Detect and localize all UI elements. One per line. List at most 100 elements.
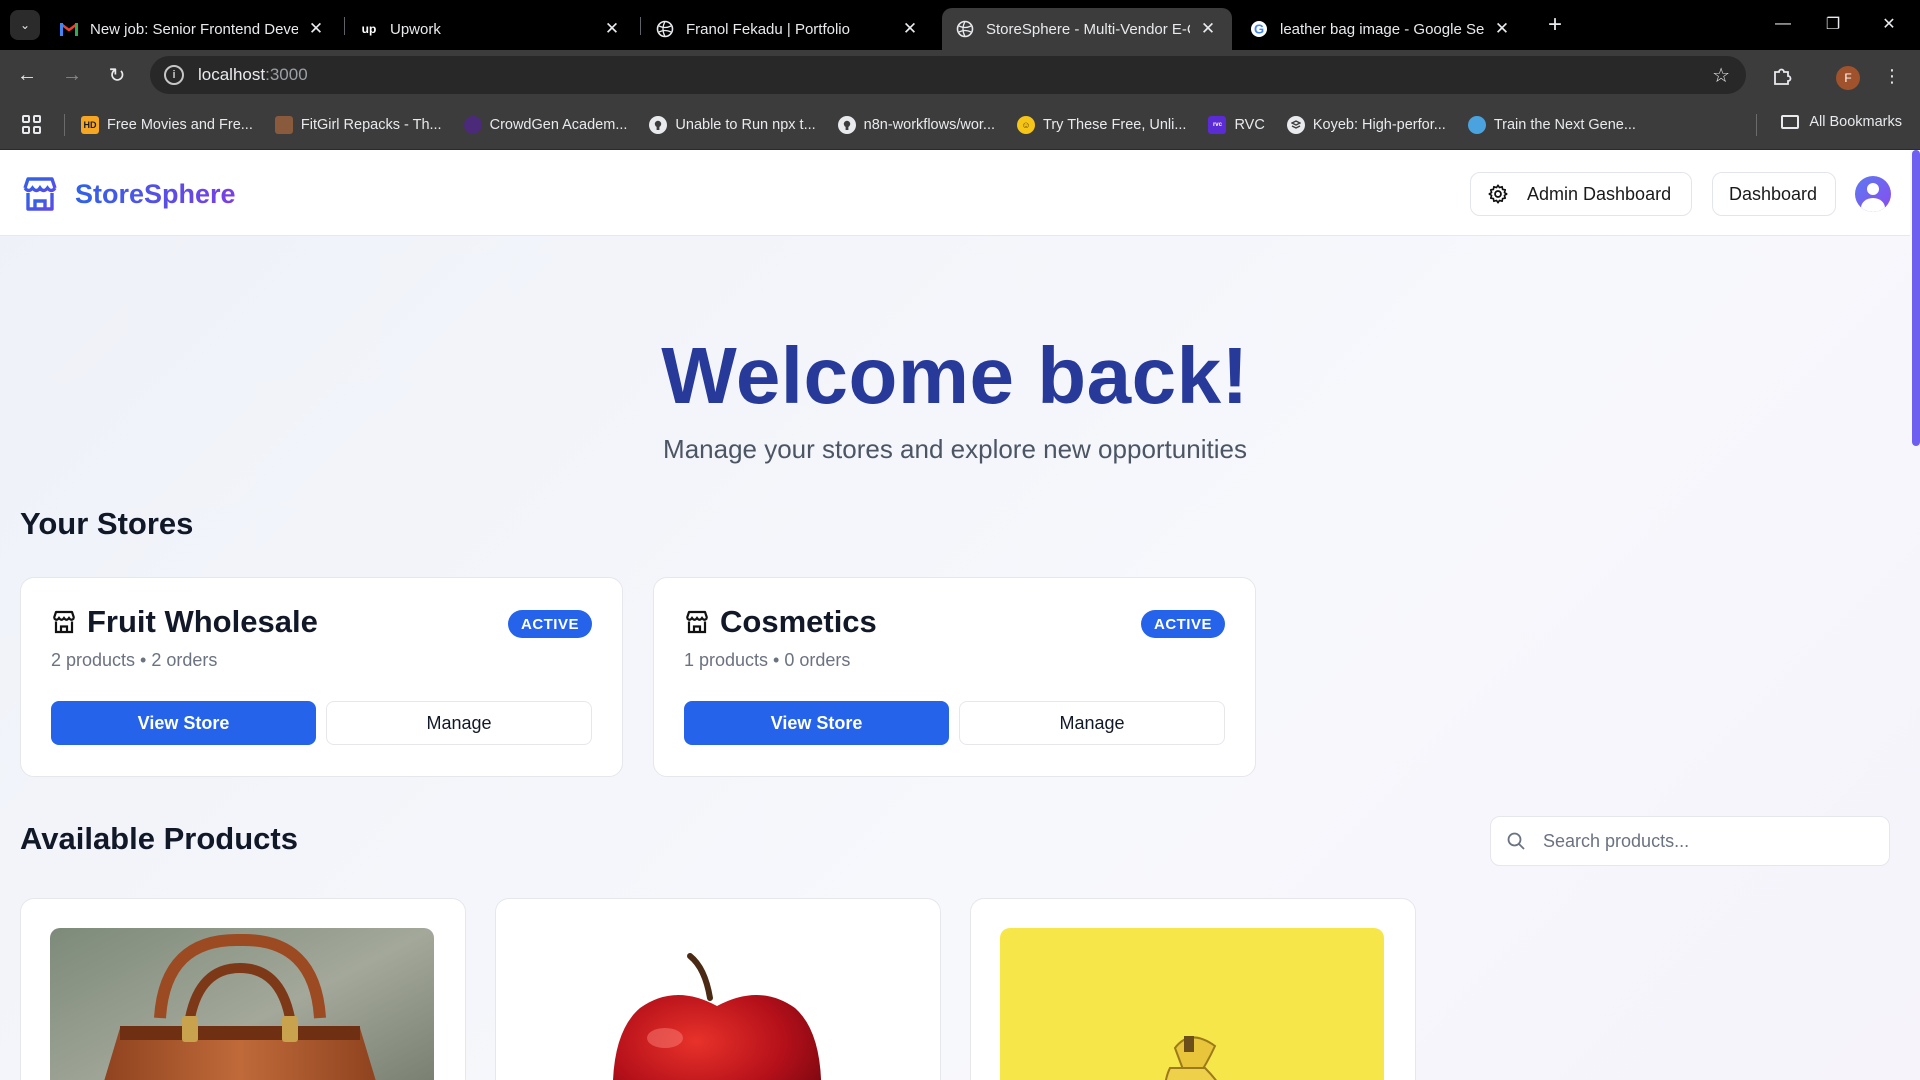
bookmark-label: CrowdGen Academ... (489, 116, 628, 133)
train-icon (1467, 115, 1486, 134)
crowdgen-icon (463, 115, 482, 134)
close-tab-icon[interactable]: ✕ (1492, 19, 1512, 39)
bookmarks-bar: HD Free Movies and Fre... FitGirl Repacks… (0, 100, 1920, 150)
store-icon (685, 610, 709, 634)
tab-title: New job: Senior Frontend Devel (90, 20, 298, 38)
close-window-icon[interactable]: ✕ (1866, 6, 1912, 42)
user-avatar-icon[interactable] (1855, 176, 1891, 212)
tab-title: Upwork (390, 20, 441, 38)
koyeb-icon (1286, 115, 1305, 134)
svg-text:G: G (1254, 22, 1264, 37)
bookmark-label: Try These Free, Unli... (1043, 116, 1187, 133)
admin-dashboard-button[interactable]: Admin Dashboard (1470, 172, 1692, 216)
browser-tab-strip: ⌄ New job: Senior Frontend Devel ✕ up Up… (0, 0, 1920, 50)
view-store-button[interactable]: View Store (51, 701, 316, 745)
all-bookmarks-label: All Bookmarks (1809, 114, 1902, 130)
gear-icon (1488, 184, 1508, 204)
browser-toolbar: ← → ↻ i localhost:3000 ☆ ⋮ (0, 50, 1920, 100)
tab-gmail[interactable]: New job: Senior Frontend Devel ✕ (46, 8, 340, 50)
close-tab-icon[interactable]: ✕ (602, 19, 622, 39)
tab-storesphere[interactable]: StoreSphere - Multi-Vendor E-C ✕ (942, 8, 1232, 50)
close-tab-icon[interactable]: ✕ (306, 19, 326, 39)
site-info-icon[interactable]: i (164, 65, 184, 85)
url-text[interactable]: localhost:3000 (198, 65, 308, 85)
product-card[interactable] (495, 898, 941, 1080)
hero-title: Welcome back! (661, 331, 1249, 420)
available-products-heading: Available Products (20, 821, 298, 856)
bookmark-item[interactable]: FitGirl Repacks - Th... (274, 115, 442, 134)
bookmark-label: Free Movies and Fre... (107, 116, 253, 133)
bookmark-label: Koyeb: High-perfor... (1312, 116, 1446, 133)
minimize-icon[interactable]: — (1760, 6, 1806, 42)
search-icon (1507, 832, 1525, 850)
new-tab-plus-icon[interactable]: + (1540, 10, 1570, 40)
brand-name: StoreSphere (75, 178, 236, 209)
store-meta: 1 products • 0 orders (684, 650, 851, 670)
tab-upwork[interactable]: up Upwork ✕ (346, 8, 636, 50)
hd-icon: HD (81, 115, 99, 134)
globe-icon (956, 20, 974, 38)
product-search[interactable] (1490, 816, 1890, 866)
status-badge: ACTIVE (1140, 610, 1225, 638)
tab-portfolio[interactable]: Franol Fekadu | Portfolio ✕ (642, 8, 934, 50)
tab-title: leather bag image - Google Sea (1280, 20, 1484, 38)
back-arrow-icon[interactable]: ← (10, 60, 44, 90)
search-input[interactable] (1543, 830, 1873, 852)
menu-kebab-icon[interactable]: ⋮ (1878, 62, 1906, 90)
status-badge: ACTIVE (507, 610, 592, 638)
manage-store-button[interactable]: Manage (326, 701, 592, 745)
globe-icon (656, 20, 674, 38)
bookmark-item[interactable]: CrowdGen Academ... (463, 115, 628, 134)
bookmark-item[interactable]: Train the Next Gene... (1467, 115, 1636, 134)
tab-search-chevron-icon[interactable]: ⌄ (10, 10, 40, 40)
hero-subtitle: Manage your stores and explore new oppor… (663, 434, 1247, 464)
red-apple-image (525, 928, 909, 1080)
product-card[interactable] (20, 898, 466, 1080)
tab-title: StoreSphere - Multi-Vendor E-C (986, 20, 1190, 38)
manage-store-button[interactable]: Manage (959, 701, 1225, 745)
store-card: Fruit Wholesale ACTIVE 2 products • 2 or… (20, 577, 623, 777)
upwork-icon: up (361, 22, 377, 36)
dashboard-button[interactable]: Dashboard (1712, 172, 1836, 216)
brand-logo[interactable]: StoreSphere (20, 174, 236, 214)
store-icon (52, 610, 76, 634)
leather-bag-image (50, 928, 434, 1080)
bookmark-label: FitGirl Repacks - Th... (300, 116, 442, 133)
all-bookmarks-button[interactable]: All Bookmarks (1781, 114, 1902, 130)
product-card[interactable] (970, 898, 1416, 1080)
close-tab-icon[interactable]: ✕ (900, 19, 920, 39)
bookmark-item[interactable]: n8n-workflows/wor... (837, 115, 996, 134)
dashboard-label: Dashboard (1729, 183, 1818, 204)
apps-grid-icon[interactable] (22, 114, 42, 135)
bookmark-label: RVC (1234, 116, 1265, 133)
bookmark-item[interactable]: Unable to Run npx t... (649, 115, 816, 134)
bookmark-item[interactable]: ☺ Try These Free, Unli... (1017, 115, 1187, 134)
store-logo-icon (23, 177, 57, 211)
bookmark-item[interactable]: rvc RVC (1208, 115, 1265, 134)
store-name: Cosmetics (720, 604, 877, 639)
gmail-icon (60, 20, 78, 38)
store-meta: 2 products • 2 orders (51, 650, 218, 670)
tab-google-search[interactable]: G leather bag image - Google Sea ✕ (1236, 8, 1526, 50)
forward-arrow-icon[interactable]: → (55, 60, 89, 90)
app-header: StoreSphere Admin Dashboard Dashboard (0, 150, 1910, 236)
view-store-button[interactable]: View Store (684, 701, 949, 745)
close-tab-icon[interactable]: ✕ (1198, 19, 1218, 39)
bookmark-label: n8n-workflows/wor... (863, 116, 996, 133)
restore-icon[interactable]: ❐ (1810, 6, 1856, 42)
extensions-puzzle-icon[interactable] (1768, 62, 1796, 90)
bookmark-item[interactable]: HD Free Movies and Fre... (81, 115, 253, 134)
profile-avatar[interactable]: F (1836, 66, 1860, 90)
github-icon (837, 115, 856, 134)
store-name: Fruit Wholesale (87, 604, 318, 639)
url-port: :3000 (265, 65, 308, 84)
page-scrollbar[interactable] (1912, 150, 1920, 446)
bookmark-star-icon[interactable]: ☆ (1712, 63, 1730, 88)
address-bar[interactable]: i localhost:3000 ☆ (150, 56, 1746, 94)
store-card: Cosmetics ACTIVE 1 products • 0 orders V… (653, 577, 1256, 777)
bookmark-item[interactable]: Koyeb: High-perfor... (1286, 115, 1446, 134)
github-icon (649, 115, 668, 134)
rvc-icon: rvc (1208, 115, 1227, 134)
folder-icon (1781, 115, 1800, 129)
reload-icon[interactable]: ↻ (100, 60, 134, 90)
